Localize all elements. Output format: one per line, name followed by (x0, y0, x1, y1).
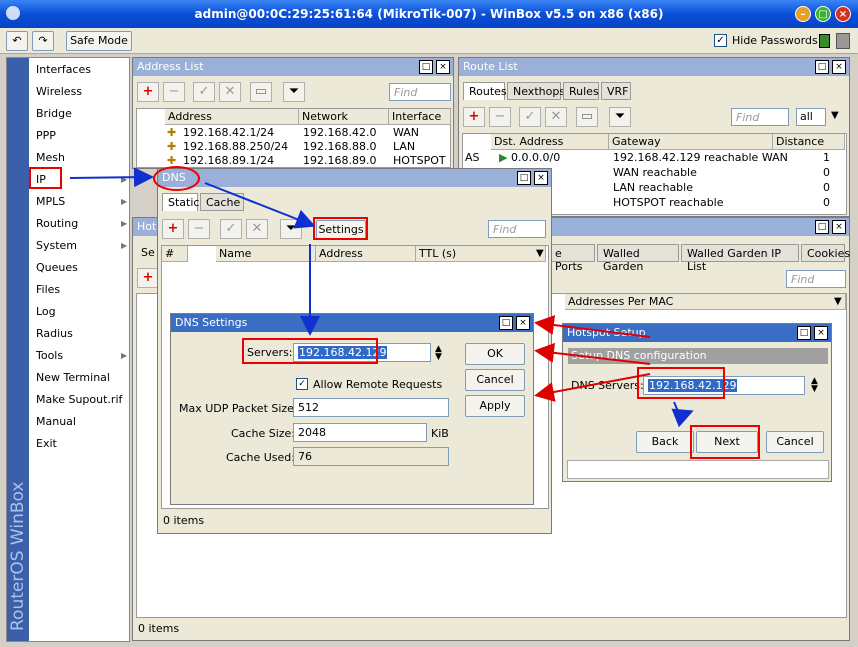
arrow-red-3 (534, 373, 651, 402)
arrow-dns-to-settings (204, 182, 316, 229)
annotation-arrows (69, 167, 694, 428)
arrow-ip-to-dns (69, 167, 154, 188)
arrow-to-next (671, 401, 694, 428)
arrow-red-1 (534, 315, 651, 338)
arrow-red-2 (534, 342, 651, 365)
